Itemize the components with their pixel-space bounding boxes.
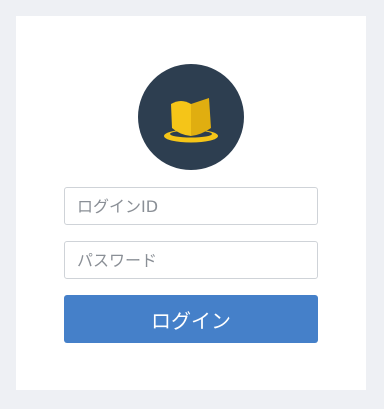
login-button[interactable]: ログイン xyxy=(64,295,318,343)
login-id-input[interactable] xyxy=(64,187,318,225)
top-hat-icon xyxy=(138,64,244,170)
login-page: ログイン xyxy=(0,0,384,409)
password-input[interactable] xyxy=(64,241,318,279)
app-logo xyxy=(138,64,244,170)
login-card: ログイン xyxy=(16,16,366,390)
